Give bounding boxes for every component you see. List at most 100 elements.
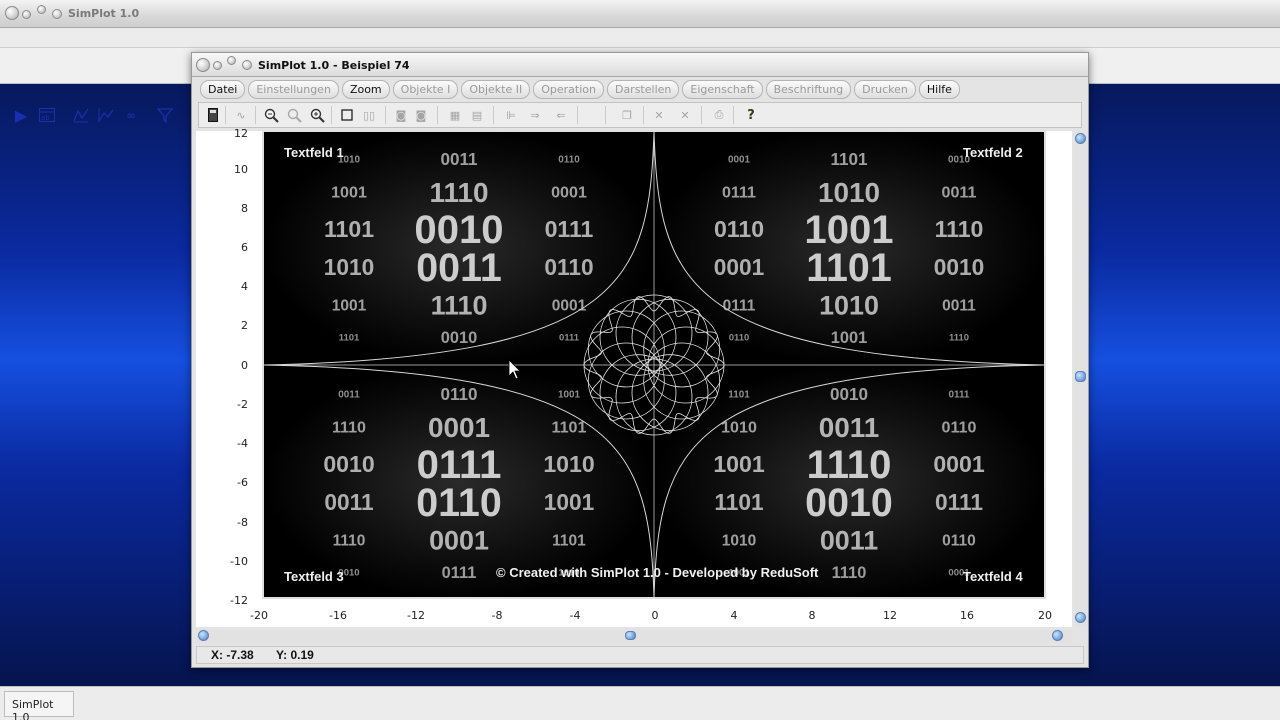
menu-objekte-1[interactable]: Objekte I xyxy=(392,80,459,99)
binary-digits: 1010 xyxy=(324,254,374,280)
binary-digits: 0001 xyxy=(933,451,985,477)
binary-digits: 1001 xyxy=(332,297,367,314)
polar-graph-icon[interactable] xyxy=(97,106,115,124)
play-icon[interactable]: ▶ xyxy=(12,106,30,125)
menu-beschriftung[interactable]: Beschriftung xyxy=(765,80,852,99)
table-icon[interactable]: ab xyxy=(38,106,56,124)
binary-digits: 0001 xyxy=(714,254,764,280)
close-button[interactable] xyxy=(5,6,19,20)
window-zoom-button[interactable] xyxy=(227,56,236,65)
binary-digits: 1110 xyxy=(949,332,969,343)
menu-einstellungen[interactable]: Einstellungen xyxy=(248,80,339,99)
menu-operation[interactable]: Operation xyxy=(533,80,604,99)
binary-digits: 1101 xyxy=(339,332,360,343)
horizontal-scroll-thumb[interactable] xyxy=(625,631,636,640)
binary-digits: 1101 xyxy=(830,150,868,169)
circle-box-icon[interactable]: ◙ xyxy=(393,107,409,123)
textfeld-2[interactable]: Textfeld 2 xyxy=(963,145,1023,160)
binary-digits: 0001 xyxy=(429,525,489,555)
printer-icon[interactable]: ⎙ xyxy=(711,107,727,123)
zoom-button[interactable] xyxy=(37,5,46,14)
menu-objekte-2[interactable]: Objekte II xyxy=(461,80,531,99)
textfeld-3[interactable]: Textfeld 3 xyxy=(284,569,344,584)
binary-digits: 1110 xyxy=(431,290,488,320)
funnel-icon[interactable] xyxy=(156,106,174,124)
y-tick: -4 xyxy=(237,437,248,450)
menu-datei[interactable]: Datei xyxy=(200,80,246,99)
binary-digits: 0110 xyxy=(416,481,501,525)
y-tick: 6 xyxy=(241,241,248,254)
scroll-down-button[interactable] xyxy=(1075,612,1086,623)
align-icon[interactable]: ⊫ xyxy=(503,107,519,123)
binary-digits: 0110 xyxy=(558,154,580,165)
binary-digits: 0010 xyxy=(805,481,893,525)
plot-canvas[interactable]: 1010 0011 0110 1001 1110 0001 1101 0010 0111 1010… xyxy=(262,130,1046,599)
copy-grid-icon[interactable]: ▤ xyxy=(469,107,485,123)
textfeld-1[interactable]: Textfeld 1 xyxy=(284,145,344,160)
vertical-scroll-thumb[interactable] xyxy=(1075,371,1086,382)
binary-digits: 0111 xyxy=(442,564,477,582)
window-close-button[interactable] xyxy=(196,58,210,72)
window-minimize-button[interactable] xyxy=(213,61,222,70)
zoom-out-icon[interactable] xyxy=(309,107,325,123)
y-tick: 2 xyxy=(241,319,248,332)
oo-icon[interactable]: ∞ xyxy=(122,106,140,124)
y-tick: -10 xyxy=(230,555,248,568)
menu-zoom[interactable]: Zoom xyxy=(341,80,390,99)
scroll-left-button[interactable] xyxy=(198,630,209,641)
binary-digits: 1010 xyxy=(543,451,594,477)
binary-digits: 1110 xyxy=(935,216,984,242)
cross-icon[interactable]: ✕ xyxy=(651,107,667,123)
binary-digits: 1001 xyxy=(558,389,580,400)
x-tick: -4 xyxy=(569,609,581,622)
calculator-icon[interactable] xyxy=(205,107,221,123)
x-tick: 12 xyxy=(883,609,897,622)
vertical-scrollbar[interactable] xyxy=(1074,131,1088,627)
binary-digits: 0010 xyxy=(441,329,477,347)
binary-digits: 0110 xyxy=(714,216,764,242)
plot-area[interactable]: 12 10 8 6 4 2 0 -2 -4 -6 -8 -10 -12 -20 … xyxy=(196,127,1072,627)
binary-digits: 0110 xyxy=(942,532,976,549)
binary-digits: 1001 xyxy=(713,451,765,477)
y-tick: 12 xyxy=(234,127,248,140)
menu-hilfe[interactable]: Hilfe xyxy=(918,80,960,99)
arrow-right-icon[interactable]: ⇒ xyxy=(527,107,543,123)
binary-digits: 1101 xyxy=(714,489,763,515)
binary-digits: 0110 xyxy=(544,254,593,280)
zoom-reset-icon[interactable] xyxy=(286,107,302,123)
binary-digits: 0011 xyxy=(942,297,976,314)
help-icon[interactable]: ? xyxy=(743,107,759,123)
menu-drucken[interactable]: Drucken xyxy=(854,80,916,99)
x-tick: -8 xyxy=(491,609,503,622)
scroll-right-button[interactable] xyxy=(1052,630,1063,641)
horizontal-scrollbar[interactable] xyxy=(196,629,1072,643)
zoom-in-icon[interactable] xyxy=(263,107,279,123)
graph-icon[interactable] xyxy=(72,106,90,124)
square-icon[interactable] xyxy=(339,107,355,123)
textfeld-4[interactable]: Textfeld 4 xyxy=(963,569,1023,584)
binary-digits: 1001 xyxy=(331,184,367,202)
curve-icon[interactable]: ∿ xyxy=(233,107,249,123)
binary-digits: 0001 xyxy=(552,297,587,314)
arrow-left-icon[interactable]: ⇐ xyxy=(553,107,569,123)
main-menu-strip xyxy=(0,28,1280,48)
double-square-icon[interactable]: ▯▯ xyxy=(361,107,377,123)
x-tick: 8 xyxy=(808,609,816,622)
grid-icon[interactable]: ▦ xyxy=(447,107,463,123)
x-tick: -20 xyxy=(250,609,268,622)
binary-digits: 0111 xyxy=(935,489,983,515)
menu-eigenschaft[interactable]: Eigenschaft xyxy=(682,80,763,99)
pages-icon[interactable]: ❐ xyxy=(619,107,635,123)
plot-svg: 1010 0011 0110 1001 1110 0001 1101 0010 0111 1010… xyxy=(264,132,1044,597)
x-coordinate: X: -7.38 xyxy=(211,648,254,662)
scroll-up-button[interactable] xyxy=(1075,133,1086,144)
main-title: SimPlot 1.0 xyxy=(68,7,140,20)
cross-2-icon[interactable]: ✕ xyxy=(677,107,693,123)
circle-box-2-icon[interactable]: ◙ xyxy=(413,107,429,123)
menu-darstellen[interactable]: Darstellen xyxy=(606,80,680,99)
minimize-button[interactable] xyxy=(22,10,31,19)
x-tick: 4 xyxy=(730,609,738,622)
main-titlebar: SimPlot 1.0 xyxy=(0,0,1280,28)
binary-digits: 1101 xyxy=(728,389,750,400)
y-tick: 8 xyxy=(241,202,248,215)
